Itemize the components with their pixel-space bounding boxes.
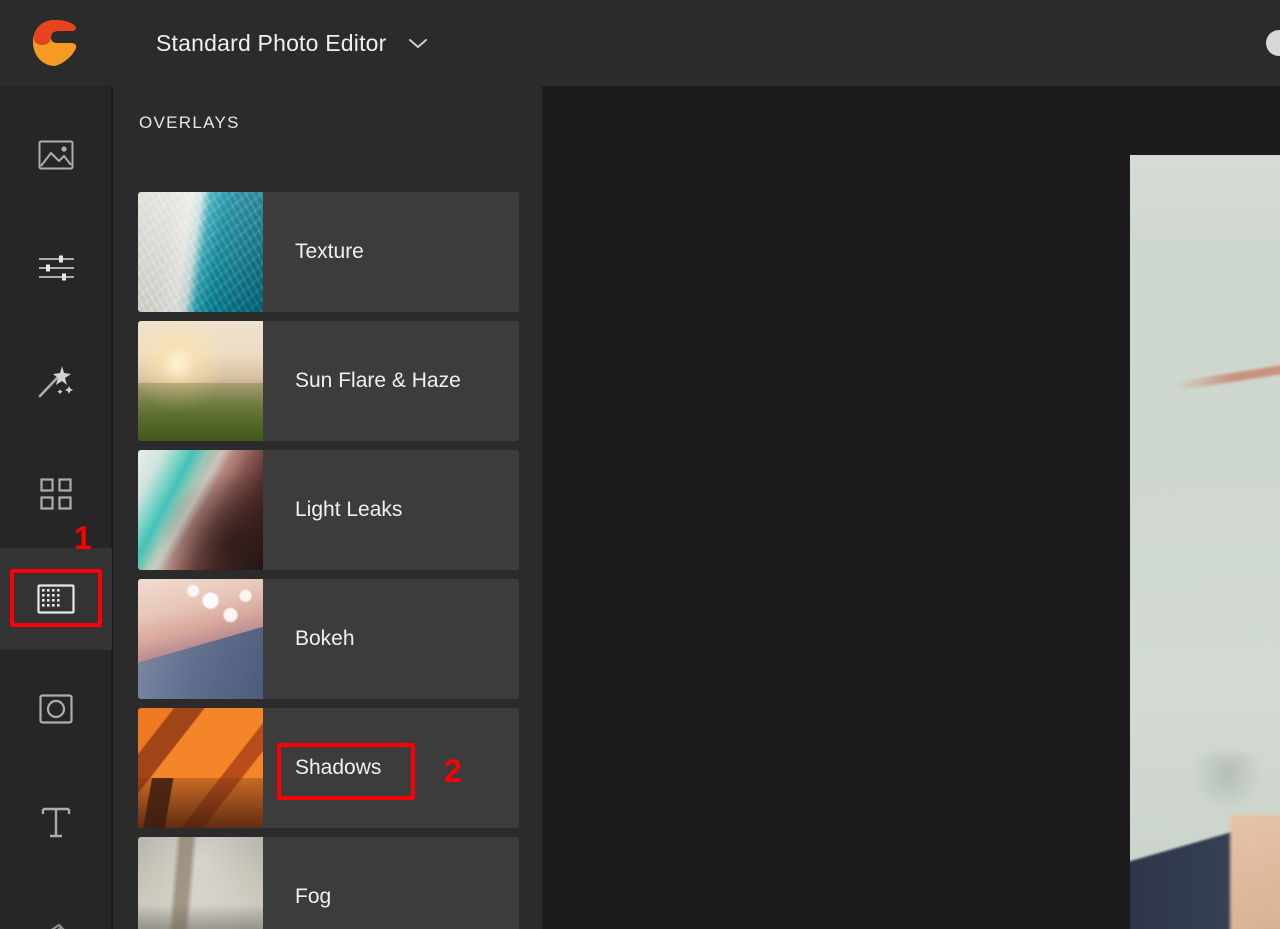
overlay-thumbnail-shadows (138, 708, 263, 828)
overlay-thumbnail-sun-flare (138, 321, 263, 441)
overlay-label: Fog (295, 885, 332, 908)
list-item[interactable]: Fog (138, 837, 519, 929)
sidebar-item-vignette[interactable] (0, 658, 112, 760)
overlay-thumbnail-light-leaks (138, 450, 263, 570)
photo-ceiling-region (1130, 155, 1280, 273)
photo-wall-line (1175, 352, 1280, 391)
app-title: Standard Photo Editor (156, 29, 387, 56)
sidebar-item-draw[interactable] (0, 884, 112, 929)
top-bar: Standard Photo Editor (0, 0, 1280, 86)
image-icon (38, 140, 74, 170)
account-avatar[interactable] (1266, 30, 1280, 56)
tool-rail (0, 86, 112, 929)
overlays-icon (37, 584, 75, 614)
text-icon (41, 807, 71, 838)
canvas-photo[interactable] (1130, 155, 1280, 929)
photo-lamp-blur (1192, 753, 1262, 811)
overlay-label: Shadows (295, 756, 382, 779)
chevron-down-icon[interactable] (407, 36, 429, 50)
overlay-label: Bokeh (295, 627, 355, 650)
vignette-icon (39, 694, 73, 724)
sidebar-item-adjust[interactable] (0, 217, 112, 319)
annotation-number-1: 1 (74, 520, 92, 556)
photo-person-skin (1230, 815, 1280, 929)
sidebar-item-overlays[interactable] (0, 548, 112, 650)
sliders-icon (39, 255, 74, 281)
overlays-panel: OVERLAYS Texture Sun Flare & Haze Light … (113, 86, 543, 929)
list-item[interactable]: Sun Flare & Haze (138, 321, 519, 441)
magic-wand-icon (38, 366, 73, 398)
photo-editor-app: Standard Photo Editor OVERLAYS Texture S… (0, 0, 1280, 929)
overlay-label: Sun Flare & Haze (295, 369, 461, 392)
overlays-list: Texture Sun Flare & Haze Light Leaks Bok… (138, 192, 519, 929)
app-logo[interactable] (0, 0, 110, 86)
editor-canvas[interactable] (544, 86, 1280, 929)
sidebar-item-photos[interactable] (0, 104, 112, 206)
list-item[interactable]: Bokeh (138, 579, 519, 699)
list-item[interactable]: Light Leaks (138, 450, 519, 570)
sidebar-item-text[interactable] (0, 771, 112, 873)
annotation-number-2: 2 (444, 753, 462, 789)
sidebar-item-effects[interactable] (0, 330, 112, 432)
list-item[interactable]: Texture (138, 192, 519, 312)
brand-c-logo-icon (33, 20, 77, 66)
overlay-label: Light Leaks (295, 498, 403, 521)
brush-icon (51, 923, 65, 929)
overlay-thumbnail-texture (138, 192, 263, 312)
list-item[interactable]: Shadows (138, 708, 519, 828)
grid-icon (40, 478, 72, 510)
overlay-thumbnail-fog (138, 837, 263, 929)
overlay-thumbnail-bokeh (138, 579, 263, 699)
sidebar-item-frames[interactable] (0, 443, 112, 545)
overlay-label: Texture (295, 240, 364, 263)
panel-title: OVERLAYS (139, 113, 240, 132)
